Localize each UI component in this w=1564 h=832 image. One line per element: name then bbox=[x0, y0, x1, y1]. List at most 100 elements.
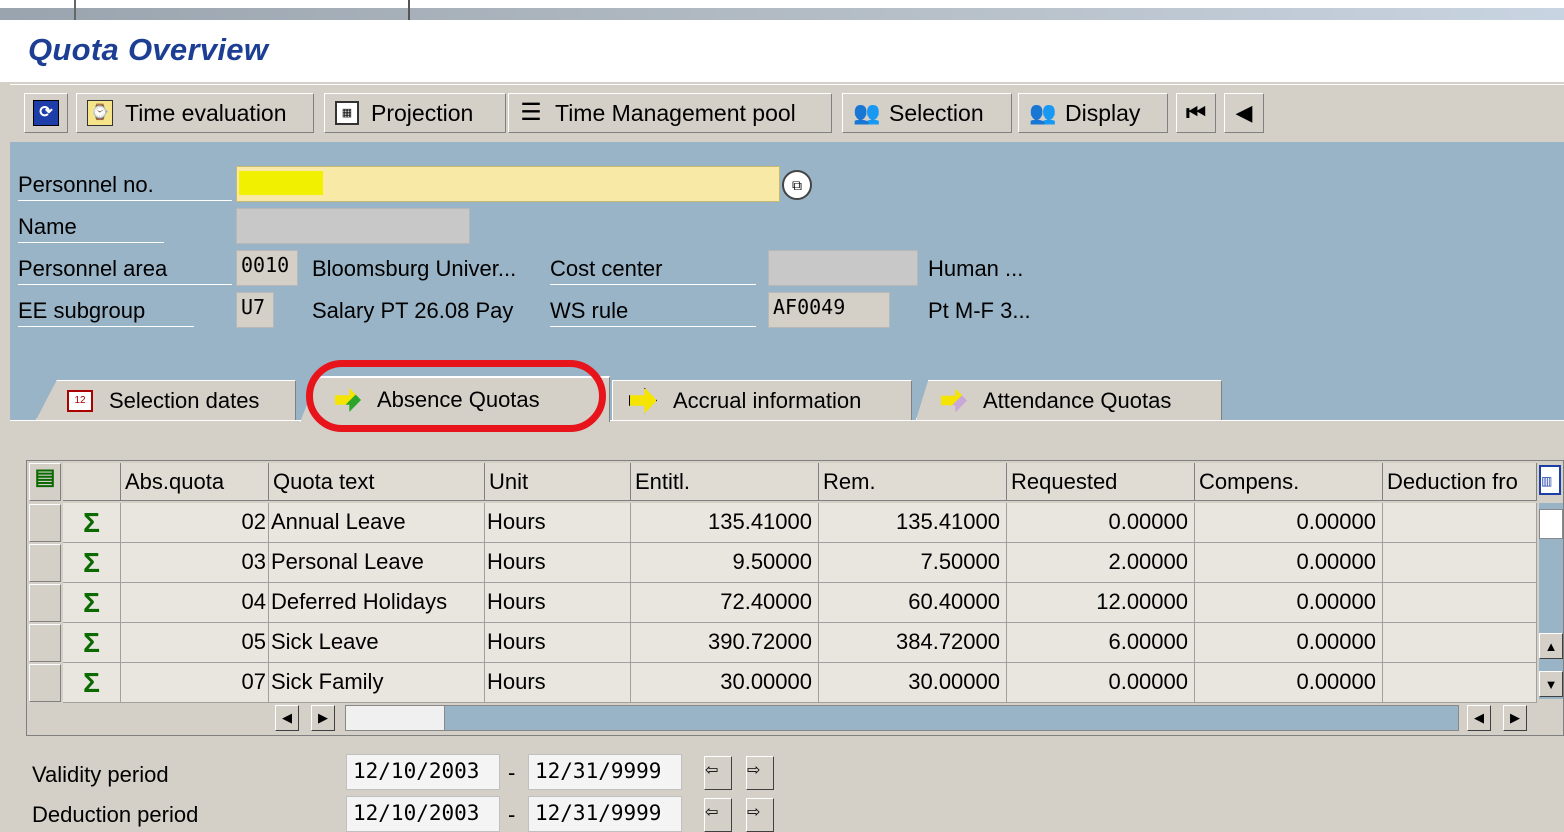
table-cell-abs-quota[interactable]: 04 bbox=[121, 583, 269, 623]
column-header-rem[interactable]: Rem. bbox=[819, 463, 1007, 501]
validity-to-field[interactable]: 12/31/9999 bbox=[528, 754, 682, 790]
column-header-entitl[interactable]: Entitl. bbox=[631, 463, 819, 501]
column-scroll-right-button[interactable]: ▶ bbox=[311, 705, 335, 731]
table-cell-entitl[interactable]: 72.40000 bbox=[631, 583, 819, 623]
search-help-button[interactable]: ⧉ bbox=[782, 170, 812, 200]
previous-record-button[interactable]: ◀ bbox=[1224, 93, 1264, 133]
display-button[interactable]: 👥 Display bbox=[1018, 93, 1168, 133]
time-management-pool-button[interactable]: ☰ Time Management pool bbox=[508, 93, 832, 133]
sum-icon[interactable]: Σ bbox=[63, 503, 121, 543]
validity-from-field[interactable]: 12/10/2003 bbox=[346, 754, 500, 790]
first-record-icon: ⏮ bbox=[1186, 100, 1206, 125]
table-cell-entitl[interactable]: 135.41000 bbox=[631, 503, 819, 543]
table-settings-button[interactable]: ▤ bbox=[29, 463, 61, 501]
personnel-no-input[interactable] bbox=[236, 166, 780, 202]
table-cell-requested[interactable]: 2.00000 bbox=[1007, 543, 1195, 583]
table-cell-quota-text[interactable]: Personal Leave bbox=[269, 543, 485, 583]
scroll-right-button[interactable]: ▶ bbox=[1503, 705, 1527, 731]
tab-selection-dates[interactable]: 12 Selection dates bbox=[36, 380, 296, 420]
display-label: Display bbox=[1065, 99, 1141, 126]
table-cell-requested[interactable]: 0.00000 bbox=[1007, 663, 1195, 703]
column-scroll-left-button[interactable]: ◀ bbox=[275, 705, 299, 731]
table-cell-compens[interactable]: 0.00000 bbox=[1195, 663, 1383, 703]
column-header-quota-text[interactable]: Quota text bbox=[269, 463, 485, 501]
table-cell-quota-text[interactable]: Sick Leave bbox=[269, 623, 485, 663]
quota-table: ▤ Abs.quota Quota text Unit Entitl. Rem.… bbox=[26, 460, 1564, 736]
tab-accrual-information[interactable]: Accrual information bbox=[612, 380, 912, 420]
top-bar bbox=[0, 8, 1564, 20]
time-evaluation-button[interactable]: ⌚ Time evaluation bbox=[76, 93, 314, 133]
table-cell-abs-quota[interactable]: 05 bbox=[121, 623, 269, 663]
row-selector[interactable] bbox=[29, 504, 61, 542]
scroll-down-button[interactable]: ▼ bbox=[1539, 671, 1563, 697]
table-cell-quota-text[interactable]: Sick Family bbox=[269, 663, 485, 703]
table-cell-requested[interactable]: 0.00000 bbox=[1007, 503, 1195, 543]
table-cell-deduction[interactable] bbox=[1383, 543, 1537, 583]
column-header-abs-quota[interactable]: Abs.quota bbox=[121, 463, 269, 501]
deduction-previous-button[interactable]: ⇦ bbox=[704, 798, 732, 832]
deduction-to-field[interactable]: 12/31/9999 bbox=[528, 796, 682, 832]
column-config-button[interactable]: ▥ bbox=[1539, 465, 1561, 495]
validity-next-button[interactable]: ⇨ bbox=[746, 756, 774, 790]
columns-icon: ▥ bbox=[1541, 474, 1553, 488]
column-header-compens[interactable]: Compens. bbox=[1195, 463, 1383, 501]
table-cell-abs-quota[interactable]: 02 bbox=[121, 503, 269, 543]
table-cell-deduction[interactable] bbox=[1383, 663, 1537, 703]
table-cell-unit[interactable]: Hours bbox=[485, 543, 631, 583]
tab-absence-quotas[interactable]: Absence Quotas bbox=[300, 376, 610, 422]
deduction-next-button[interactable]: ⇨ bbox=[746, 798, 774, 832]
refresh-button[interactable]: ⟳ bbox=[24, 93, 68, 133]
sum-icon[interactable]: Σ bbox=[63, 583, 121, 623]
table-cell-deduction[interactable] bbox=[1383, 503, 1537, 543]
validity-previous-button[interactable]: ⇦ bbox=[704, 756, 732, 790]
row-selector[interactable] bbox=[29, 624, 61, 662]
table-cell-requested[interactable]: 6.00000 bbox=[1007, 623, 1195, 663]
table-cell-requested[interactable]: 12.00000 bbox=[1007, 583, 1195, 623]
table-cell-unit[interactable]: Hours bbox=[485, 583, 631, 623]
deduction-from-field[interactable]: 12/10/2003 bbox=[346, 796, 500, 832]
column-header-unit[interactable]: Unit bbox=[485, 463, 631, 501]
table-cell-abs-quota[interactable]: 03 bbox=[121, 543, 269, 583]
vertical-scrollbar[interactable]: ▲ ▼ bbox=[1539, 503, 1563, 699]
horizontal-scrollbar[interactable] bbox=[345, 705, 1459, 731]
scroll-left-button[interactable]: ◀ bbox=[1467, 705, 1491, 731]
ee-subgroup-text: Salary PT 26.08 Pay bbox=[312, 298, 514, 323]
table-cell-quota-text[interactable]: Deferred Holidays bbox=[269, 583, 485, 623]
column-header-deduction[interactable]: Deduction fro bbox=[1383, 463, 1537, 501]
table-cell-entitl[interactable]: 390.72000 bbox=[631, 623, 819, 663]
first-record-button[interactable]: ⏮ bbox=[1176, 93, 1216, 133]
table-cell-compens[interactable]: 0.00000 bbox=[1195, 503, 1383, 543]
left-arrow-icon: ◀ bbox=[282, 710, 292, 725]
scroll-thumb[interactable] bbox=[1539, 509, 1563, 539]
scroll-up-button[interactable]: ▲ bbox=[1539, 633, 1563, 659]
table-cell-entitl[interactable]: 9.50000 bbox=[631, 543, 819, 583]
table-cell-unit[interactable]: Hours bbox=[485, 663, 631, 703]
table-cell-rem[interactable]: 30.00000 bbox=[819, 663, 1007, 703]
selection-button[interactable]: 👥 Selection bbox=[842, 93, 1012, 133]
row-selector[interactable] bbox=[29, 584, 61, 622]
table-cell-unit[interactable]: Hours bbox=[485, 623, 631, 663]
application-toolbar: ⟳ ⌚ Time evaluation ▦ Projection ☰ Time … bbox=[10, 84, 1564, 143]
row-selector[interactable] bbox=[29, 544, 61, 582]
table-cell-entitl[interactable]: 30.00000 bbox=[631, 663, 819, 703]
table-cell-deduction[interactable] bbox=[1383, 583, 1537, 623]
table-cell-compens[interactable]: 0.00000 bbox=[1195, 583, 1383, 623]
table-cell-rem[interactable]: 384.72000 bbox=[819, 623, 1007, 663]
row-selector[interactable] bbox=[29, 664, 61, 702]
sum-icon[interactable]: Σ bbox=[63, 543, 121, 583]
table-cell-rem[interactable]: 135.41000 bbox=[819, 503, 1007, 543]
h-scroll-thumb[interactable] bbox=[346, 706, 445, 730]
projection-button[interactable]: ▦ Projection bbox=[324, 93, 506, 133]
table-cell-abs-quota[interactable]: 07 bbox=[121, 663, 269, 703]
table-cell-rem[interactable]: 60.40000 bbox=[819, 583, 1007, 623]
table-cell-quota-text[interactable]: Annual Leave bbox=[269, 503, 485, 543]
tab-attendance-quotas[interactable]: Attendance Quotas bbox=[916, 380, 1222, 420]
table-cell-rem[interactable]: 7.50000 bbox=[819, 543, 1007, 583]
table-cell-compens[interactable]: 0.00000 bbox=[1195, 543, 1383, 583]
sum-icon[interactable]: Σ bbox=[63, 663, 121, 703]
table-cell-deduction[interactable] bbox=[1383, 623, 1537, 663]
column-header-requested[interactable]: Requested bbox=[1007, 463, 1195, 501]
table-cell-compens[interactable]: 0.00000 bbox=[1195, 623, 1383, 663]
sum-icon[interactable]: Σ bbox=[63, 623, 121, 663]
table-cell-unit[interactable]: Hours bbox=[485, 503, 631, 543]
